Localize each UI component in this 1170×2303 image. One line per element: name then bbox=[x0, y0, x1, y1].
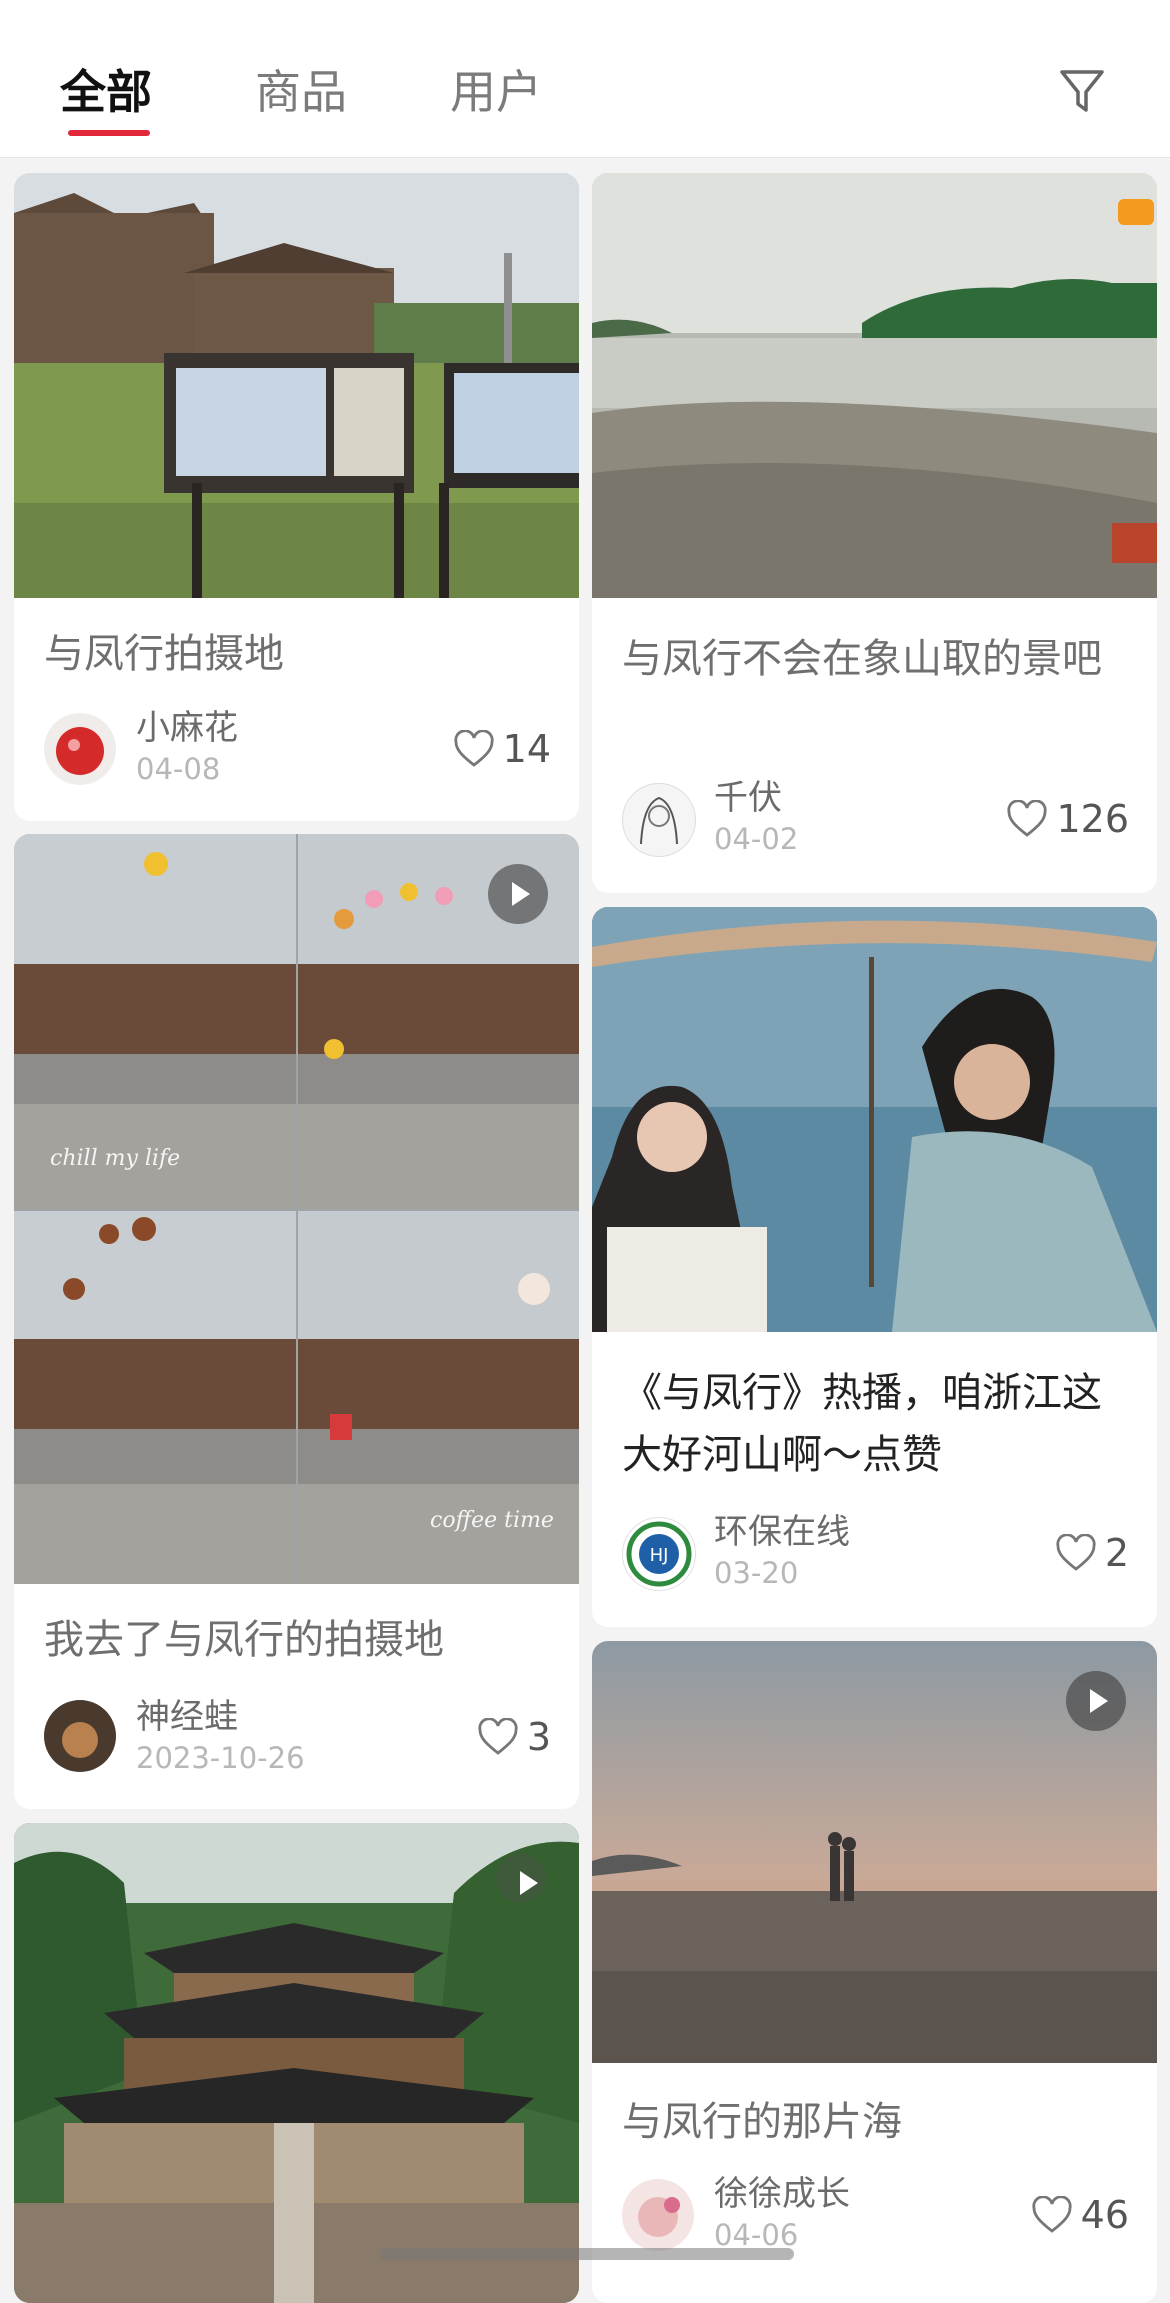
post-card[interactable]: 《与凤行》热播，咱浙江这大好河山啊～点赞 HJ 环保在线 03-20 2 bbox=[592, 907, 1157, 1627]
post-date: 2023-10-26 bbox=[136, 1741, 305, 1775]
post-image bbox=[14, 1823, 579, 2303]
post-title[interactable]: 与凤行不会在象山取的景吧 bbox=[622, 628, 1117, 690]
like-button[interactable]: 2 bbox=[1055, 1532, 1129, 1574]
post-card[interactable]: 与凤行的那片海 徐徐成长 04-06 46 bbox=[592, 1641, 1157, 2303]
overlay-text: coffee time bbox=[430, 1508, 554, 1533]
author-name[interactable]: 徐徐成长 bbox=[714, 2174, 850, 2214]
avatar[interactable] bbox=[44, 713, 116, 785]
like-button[interactable]: 3 bbox=[477, 1716, 551, 1758]
heart-outline-icon bbox=[454, 730, 494, 767]
tab-products[interactable]: 商品 bbox=[255, 62, 347, 122]
heart-outline-icon bbox=[478, 1718, 518, 1755]
home-indicator bbox=[380, 2248, 794, 2260]
filter-icon[interactable] bbox=[1058, 66, 1106, 116]
post-title[interactable]: 与凤行的那片海 bbox=[622, 2091, 1117, 2153]
author-name[interactable]: 千伏 bbox=[714, 778, 782, 818]
tab-users[interactable]: 用户 bbox=[450, 62, 542, 122]
post-card[interactable]: 与凤行拍摄地 小麻花 04-08 14 bbox=[14, 173, 579, 821]
heart-outline-icon bbox=[1007, 800, 1048, 837]
tab-all[interactable]: 全部 bbox=[60, 62, 152, 122]
like-button[interactable]: 46 bbox=[1031, 2194, 1129, 2236]
heart-outline-icon bbox=[1056, 1534, 1096, 1571]
active-tab-indicator bbox=[68, 130, 150, 136]
avatar[interactable] bbox=[622, 783, 696, 857]
post-card[interactable]: chill my life coffee time 我去了与凤行的拍摄地 神经蛙… bbox=[14, 834, 579, 1809]
post-date: 04-02 bbox=[714, 822, 799, 856]
post-card[interactable] bbox=[14, 1823, 579, 2303]
avatar[interactable]: HJ bbox=[622, 1517, 696, 1591]
play-icon[interactable] bbox=[1066, 1671, 1126, 1731]
post-image bbox=[592, 907, 1157, 1332]
like-count: 2 bbox=[1104, 1531, 1129, 1575]
heart-outline-icon bbox=[1032, 2196, 1072, 2233]
post-image bbox=[14, 834, 579, 1584]
overlay-text: chill my life bbox=[50, 1146, 181, 1171]
post-title[interactable]: 《与凤行》热播，咱浙江这大好河山啊～点赞 bbox=[622, 1362, 1117, 1486]
tab-bar: 全部 商品 用户 bbox=[0, 0, 1170, 158]
post-card[interactable]: 与凤行不会在象山取的景吧 千伏 04-02 126 bbox=[592, 173, 1157, 893]
like-count: 126 bbox=[1056, 797, 1129, 841]
play-icon[interactable] bbox=[488, 864, 548, 924]
author-name[interactable]: 小麻花 bbox=[136, 708, 238, 748]
post-date: 04-08 bbox=[136, 752, 221, 786]
svg-text:HJ: HJ bbox=[650, 1545, 669, 1566]
avatar[interactable] bbox=[44, 1700, 116, 1772]
play-icon[interactable] bbox=[496, 1853, 546, 1903]
avatar[interactable] bbox=[622, 2179, 694, 2251]
post-date: 03-20 bbox=[714, 1556, 799, 1590]
like-count: 14 bbox=[502, 727, 551, 771]
like-count: 3 bbox=[526, 1715, 551, 1759]
post-image bbox=[592, 173, 1157, 598]
post-title[interactable]: 与凤行拍摄地 bbox=[44, 623, 539, 685]
post-title[interactable]: 我去了与凤行的拍摄地 bbox=[44, 1609, 539, 1671]
post-image bbox=[14, 173, 579, 598]
author-name[interactable]: 神经蛙 bbox=[136, 1697, 238, 1737]
like-count: 46 bbox=[1080, 2193, 1129, 2237]
like-button[interactable]: 126 bbox=[1006, 798, 1129, 840]
author-name[interactable]: 环保在线 bbox=[714, 1512, 850, 1552]
like-button[interactable]: 14 bbox=[453, 728, 551, 770]
